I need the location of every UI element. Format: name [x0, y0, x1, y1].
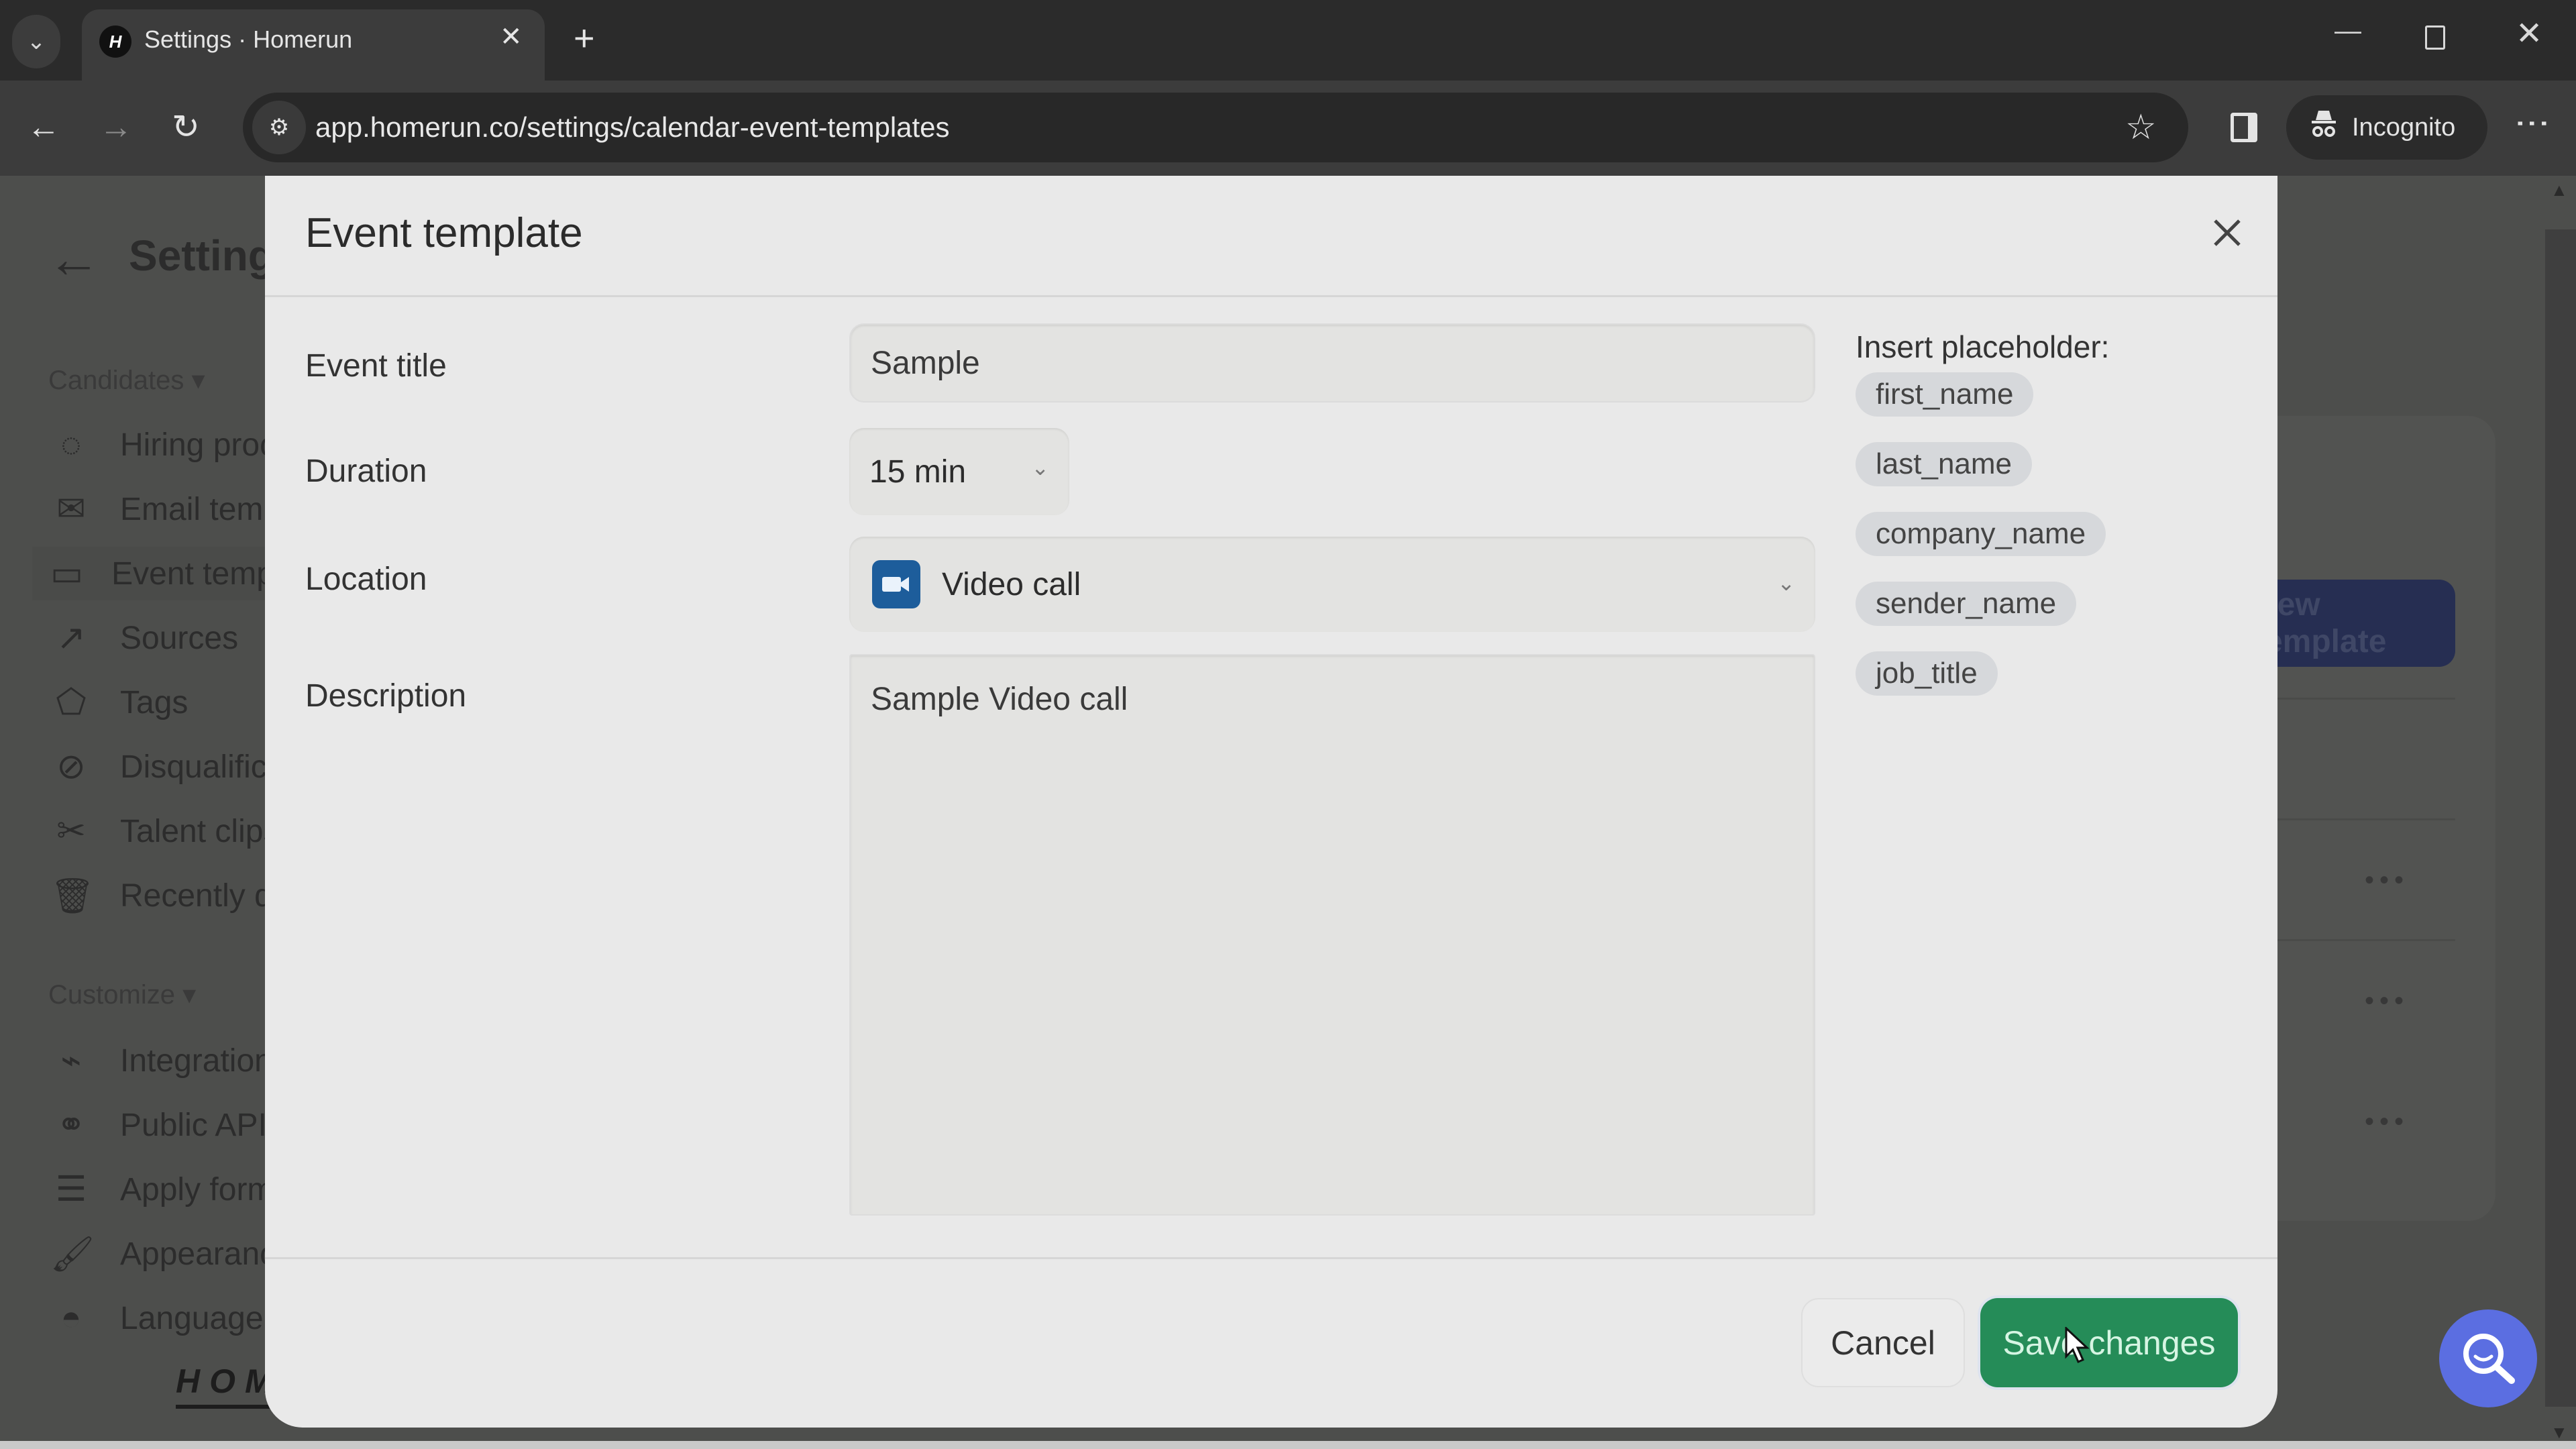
help-search-button[interactable] — [2439, 1309, 2537, 1407]
duration-label: Duration — [305, 453, 427, 489]
caret-down-icon: ▾ — [191, 366, 205, 395]
modal-title: Event template — [305, 210, 583, 256]
page-scrollbar[interactable] — [2545, 229, 2576, 1407]
section-label: Customize — [48, 980, 175, 1010]
event-template-modal: Event template Event title Sample Durati… — [265, 176, 2277, 1428]
chevron-down-icon: ⌄ — [1031, 455, 1049, 480]
tab-search-button[interactable]: ⌄ — [12, 15, 60, 68]
chevron-down-icon: ⌄ — [1777, 571, 1795, 595]
window-bottom-edge — [0, 1441, 2576, 1449]
tab-close-icon[interactable]: ✕ — [500, 21, 523, 52]
calendar-icon: ▭ — [50, 554, 84, 593]
placeholder-chip-first-name[interactable]: first_name — [1856, 372, 2034, 417]
close-modal-button[interactable] — [2204, 209, 2251, 256]
video-camera-icon — [872, 560, 920, 608]
tag-icon: ⬠ — [56, 683, 87, 722]
sidebar-item-event-templates[interactable]: ▭ Event templates — [32, 547, 342, 600]
window-restore-button[interactable] — [2425, 25, 2445, 50]
more-options-icon[interactable]: ••• — [2365, 1107, 2409, 1137]
window-minimize-button[interactable]: — — [2334, 16, 2361, 46]
modal-header-divider — [265, 295, 2277, 297]
description-textarea[interactable]: Sample Video call — [849, 654, 1815, 1216]
sidebar-item-label: Public API — [120, 1107, 267, 1143]
close-icon — [2214, 219, 2241, 246]
sidebar-item-tags[interactable]: ⬠ Tags — [50, 676, 188, 729]
insert-placeholder-heading: Insert placeholder: — [1856, 329, 2110, 364]
window-close-button[interactable]: ✕ — [2516, 15, 2542, 52]
plug-icon: ⌁ — [60, 1041, 82, 1080]
incognito-indicator[interactable]: Incognito — [2286, 95, 2487, 160]
modal-footer-divider — [265, 1257, 2277, 1259]
sidebar-item-appearance[interactable]: 🖌 Appearance — [50, 1227, 294, 1281]
reload-icon[interactable]: ↻ — [172, 107, 200, 146]
event-title-label: Event title — [305, 348, 447, 384]
url-text[interactable]: app.homerun.co/settings/calendar-event-t… — [315, 111, 950, 144]
sidebar-item-public-api[interactable]: ⚭ Public API — [50, 1098, 267, 1152]
sidebar-item-label: Apply form — [120, 1171, 274, 1208]
sidebar-item-label: Sources — [120, 620, 239, 656]
duration-value: 15 min — [869, 453, 967, 490]
more-options-icon[interactable]: ••• — [2365, 986, 2409, 1016]
back-arrow-icon[interactable]: ← — [27, 107, 60, 146]
scroll-down-arrow-icon[interactable]: ▼ — [2551, 1422, 2568, 1443]
sidebar-item-label: Integrations — [120, 1042, 288, 1079]
sidebar-section-customize[interactable]: Customize ▾ — [48, 979, 196, 1010]
checklist-icon: ☰ — [55, 1170, 87, 1209]
placeholder-chip-company-name[interactable]: company_name — [1856, 512, 2106, 556]
location-select[interactable]: Video call ⌄ — [849, 537, 1815, 632]
mouse-cursor-icon — [2065, 1326, 2090, 1368]
disqualify-icon: ⊘ — [56, 747, 86, 786]
search-icon — [2463, 1334, 2515, 1384]
location-label: Location — [305, 561, 427, 597]
sidebar-item-sources[interactable]: ↗ Sources — [50, 611, 238, 665]
description-value: Sample Video call — [871, 682, 1128, 717]
description-label: Description — [305, 678, 467, 714]
sidebar-item-label: Talent clips — [120, 813, 280, 849]
incognito-label: Incognito — [2352, 113, 2456, 142]
site-settings-icon[interactable]: ⚙ — [252, 101, 306, 154]
trash-icon: 🗑 — [50, 876, 95, 916]
sidebar-item-integrations[interactable]: ⌁ Integrations — [50, 1034, 288, 1087]
language-icon: ◓ — [60, 1299, 82, 1338]
placeholder-chip-sender-name[interactable]: sender_name — [1856, 582, 2077, 626]
event-title-input[interactable]: Sample — [849, 323, 1815, 402]
duration-select[interactable]: 15 min ⌄ — [849, 428, 1069, 515]
new-tab-button[interactable]: + — [574, 17, 595, 59]
forward-arrow-icon[interactable]: → — [99, 107, 133, 146]
scroll-up-arrow-icon[interactable]: ▲ — [2551, 180, 2568, 201]
hiring-process-icon: ◌ — [60, 425, 82, 464]
sidebar-section-candidates[interactable]: Candidates ▾ — [48, 365, 205, 396]
mail-icon: ✉ — [56, 490, 86, 529]
placeholder-chip-job-title[interactable]: job_title — [1856, 651, 1998, 696]
sources-icon: ↗ — [56, 619, 86, 657]
sidebar-item-label: Language — [120, 1300, 264, 1336]
caret-down-icon: ▾ — [182, 980, 197, 1010]
scissors-icon: ✂ — [56, 812, 86, 851]
sidebar-item-apply-form[interactable]: ☰ Apply form — [50, 1163, 274, 1216]
section-label: Candidates — [48, 366, 184, 395]
placeholder-chip-last-name[interactable]: last_name — [1856, 442, 2033, 486]
sidebar-item-talent-clips[interactable]: ✂ Talent clips — [50, 804, 279, 858]
browser-menu-icon[interactable]: ⋮ — [2513, 106, 2552, 137]
tab-title: Settings · Homerun — [144, 25, 353, 53]
sidebar-item-language[interactable]: ◓ Language — [50, 1291, 264, 1345]
event-title-value: Sample — [871, 345, 980, 381]
back-arrow-icon[interactable]: ← — [47, 228, 101, 290]
api-icon: ⚭ — [56, 1106, 86, 1144]
cancel-button[interactable]: Cancel — [1801, 1298, 1965, 1387]
brush-icon: 🖌 — [50, 1234, 95, 1274]
location-value: Video call — [942, 566, 1081, 602]
save-changes-button[interactable]: Save changes — [1980, 1298, 2238, 1387]
side-panel-icon[interactable] — [2231, 113, 2257, 142]
more-options-icon[interactable]: ••• — [2365, 865, 2409, 896]
sidebar-item-label: Tags — [120, 684, 189, 720]
chevron-down-icon: ⌄ — [26, 29, 46, 54]
homerun-favicon-icon: H — [99, 25, 131, 58]
bookmark-star-icon[interactable]: ☆ — [2125, 107, 2157, 148]
incognito-icon — [2310, 109, 2337, 146]
